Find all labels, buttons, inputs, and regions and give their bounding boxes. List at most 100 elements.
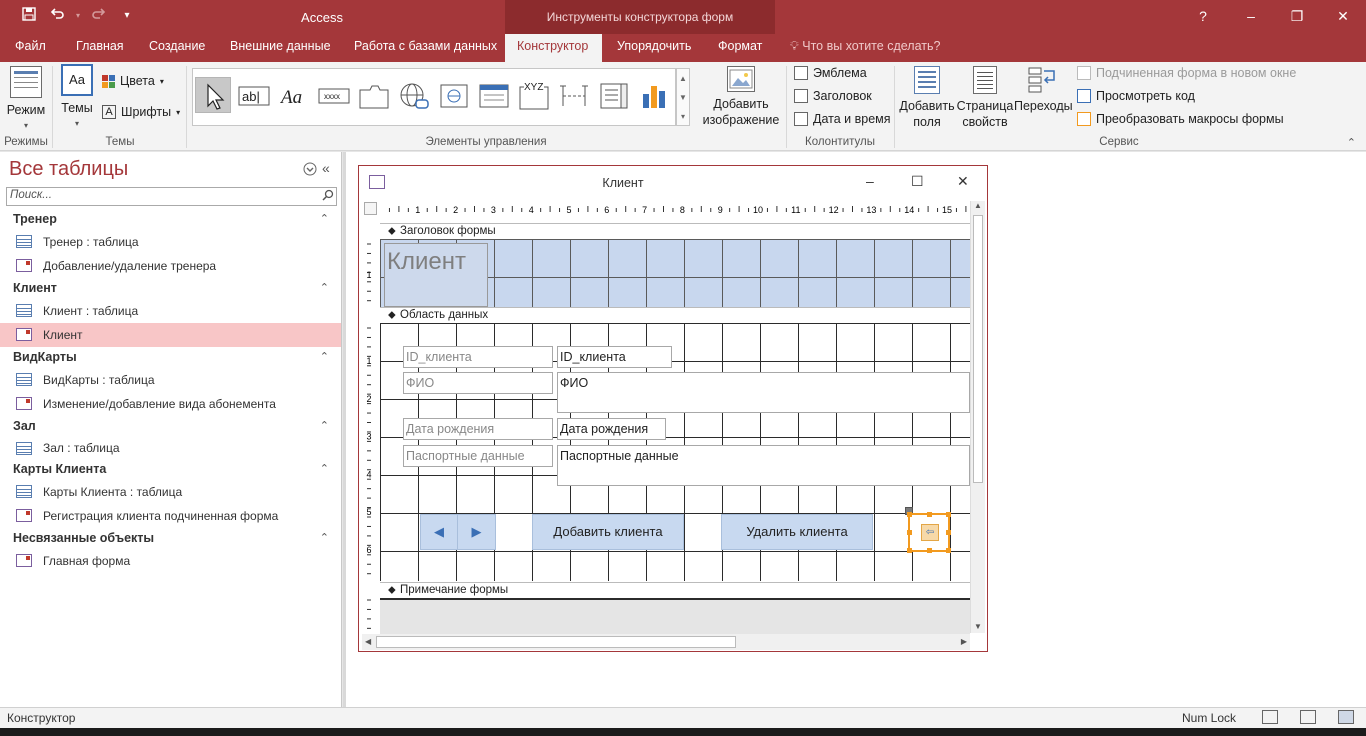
resize-handle[interactable] [907,530,912,535]
resize-handle[interactable] [907,548,912,553]
form-selector[interactable] [364,202,377,215]
close-button[interactable]: ✕ [1320,0,1366,32]
close-form-button[interactable]: ⇦ [907,512,951,553]
nav-search-input[interactable]: Поиск... [6,187,337,206]
convert-macros-button[interactable]: Преобразовать макросы формы [1077,112,1284,126]
property-sheet-button[interactable]: Страница свойств [956,66,1014,130]
gallery-scroll[interactable]: ▲ ▼ ▾ [676,68,690,126]
button-control-icon[interactable]: xxxx [315,77,351,113]
field-label-fio[interactable]: ФИО [403,372,553,394]
add-client-button[interactable]: Добавить клиента [532,514,684,550]
nav-menu-icon[interactable] [303,162,317,179]
nav-group-trainer[interactable]: Тренер ⌃ [0,209,341,230]
form-view-icon[interactable] [1262,710,1278,724]
horizontal-ruler[interactable]: 1 2 3 4 5 6 7 8 9 10 11 12 13 14 15 [380,201,970,217]
save-icon[interactable] [18,6,40,26]
tab-database-tools[interactable]: Работа с базами данных [348,34,503,62]
nav-group-card-type[interactable]: ВидКарты ⌃ [0,347,341,368]
design-view-icon[interactable] [1338,710,1354,724]
view-button[interactable]: Режим ▾ [4,66,48,134]
next-record-button[interactable]: ▶ [458,515,495,549]
scroll-left-icon[interactable]: ◀ [365,637,371,646]
title-button[interactable]: Заголовок [794,89,872,103]
form-close-button[interactable]: ✕ [957,173,969,190]
tab-external-data[interactable]: Внешние данные [224,34,337,62]
nav-item-client-cards-subform[interactable]: Регистрация клиента подчиненная форма [0,504,341,528]
chevron-up-icon[interactable]: ⌃ [320,347,329,368]
form-header-area[interactable]: Клиент [380,239,970,307]
customize-icon[interactable]: ▾ [116,6,138,26]
navigation-control-icon[interactable] [475,77,511,113]
scroll-down-icon[interactable]: ▼ [974,622,982,631]
colors-button[interactable]: Цвета ▾ [102,74,164,88]
textbox-control-icon[interactable]: ab| [235,77,271,113]
combo-box-icon[interactable] [595,77,631,113]
scroll-right-icon[interactable]: ▶ [961,637,967,646]
nav-pane-title[interactable]: Все таблицы [9,158,128,181]
field-control-passport[interactable]: Паспортные данные [557,445,970,486]
collapse-ribbon-icon[interactable]: ⌃ [1347,136,1356,149]
search-icon[interactable] [322,189,334,204]
chevron-up-icon[interactable]: ⌃ [320,209,329,230]
fonts-button[interactable]: A Шрифты ▾ [102,105,180,119]
resize-handle[interactable] [927,548,932,553]
page-break-icon[interactable] [555,77,591,113]
redo-icon[interactable] [88,6,110,26]
nav-item-client-cards-table[interactable]: Карты Клиента : таблица [0,480,341,504]
hyperlink-control-icon[interactable] [395,77,431,113]
select-pointer-icon[interactable] [195,77,231,113]
horizontal-scroll-thumb[interactable] [376,636,736,648]
minimize-button[interactable]: – [1228,0,1274,32]
delete-client-button[interactable]: Удалить клиента [721,514,873,550]
resize-handle[interactable] [946,530,951,535]
vertical-scrollbar[interactable]: ▲ ▼ [970,201,985,633]
chevron-up-icon[interactable]: ⌃ [320,459,329,480]
scroll-up-icon[interactable]: ▲ [971,201,985,210]
field-label-birthdate[interactable]: Дата рождения [403,418,553,440]
nav-item-hall-table[interactable]: Зал : таблица [0,437,341,459]
field-label-passport[interactable]: Паспортные данные [403,445,553,467]
resize-handle[interactable] [946,548,951,553]
resize-handle[interactable] [907,512,912,517]
tell-me-box[interactable]: 💡︎ Что вы хотите сделать? [790,34,940,59]
nav-item-trainer-table[interactable]: Тренер : таблица [0,230,341,254]
undo-icon[interactable] [46,6,68,26]
chevron-up-icon[interactable]: ⌃ [320,416,329,437]
datetime-button[interactable]: Дата и время [794,112,891,126]
chart-control-icon[interactable] [635,77,671,113]
chevron-up-icon[interactable]: ⌃ [320,278,329,299]
layout-view-icon[interactable] [1300,710,1316,724]
add-image-button[interactable]: Добавить изображение [702,66,780,128]
field-label-id[interactable]: ID_клиента [403,346,553,368]
web-browser-control-icon[interactable] [435,77,471,113]
nav-item-client-table[interactable]: Клиент : таблица [0,299,341,323]
logo-button[interactable]: Эмблема [794,66,867,80]
chevron-up-icon[interactable]: ⌃ [320,528,329,549]
nav-item-card-type-form[interactable]: Изменение/добавление вида абонемента [0,392,341,416]
tab-arrange[interactable]: Упорядочить [611,34,697,62]
form-minimize-button[interactable]: – [866,173,874,189]
field-control-birthdate[interactable]: Дата рождения [557,418,666,440]
label-control-icon[interactable]: Aa [275,77,311,113]
field-control-fio[interactable]: ФИО [557,372,970,413]
subform-new-window-button[interactable]: Подчиненная форма в новом окне [1077,66,1296,80]
form-footer-area[interactable] [380,598,970,634]
tab-control-icon[interactable] [355,77,391,113]
section-detail[interactable]: Область данных [380,307,970,323]
section-form-footer[interactable]: Примечание формы [380,582,970,598]
nav-group-client[interactable]: Клиент ⌃ [0,278,341,299]
form-title-label[interactable]: Клиент [384,243,488,307]
nav-group-hall[interactable]: Зал ⌃ [0,416,341,437]
tab-order-button[interactable]: Переходы [1014,66,1073,114]
resize-handle[interactable] [927,512,932,517]
horizontal-scrollbar[interactable]: ◀ ▶ [362,634,970,650]
nav-group-unrelated[interactable]: Несвязанные объекты ⌃ [0,528,341,549]
nav-item-main-form[interactable]: Главная форма [0,549,341,573]
help-icon[interactable]: ? [1180,0,1226,32]
form-window-titlebar[interactable]: Клиент – ☐ ✕ [359,166,987,200]
collapse-nav-icon[interactable]: « [322,160,330,176]
option-group-icon[interactable]: XYZ [515,77,551,113]
themes-button[interactable]: Aa Темы ▾ [58,64,96,132]
prev-record-button[interactable]: ◀ [421,515,458,549]
nav-item-trainer-form[interactable]: Добавление/удаление тренера [0,254,341,278]
